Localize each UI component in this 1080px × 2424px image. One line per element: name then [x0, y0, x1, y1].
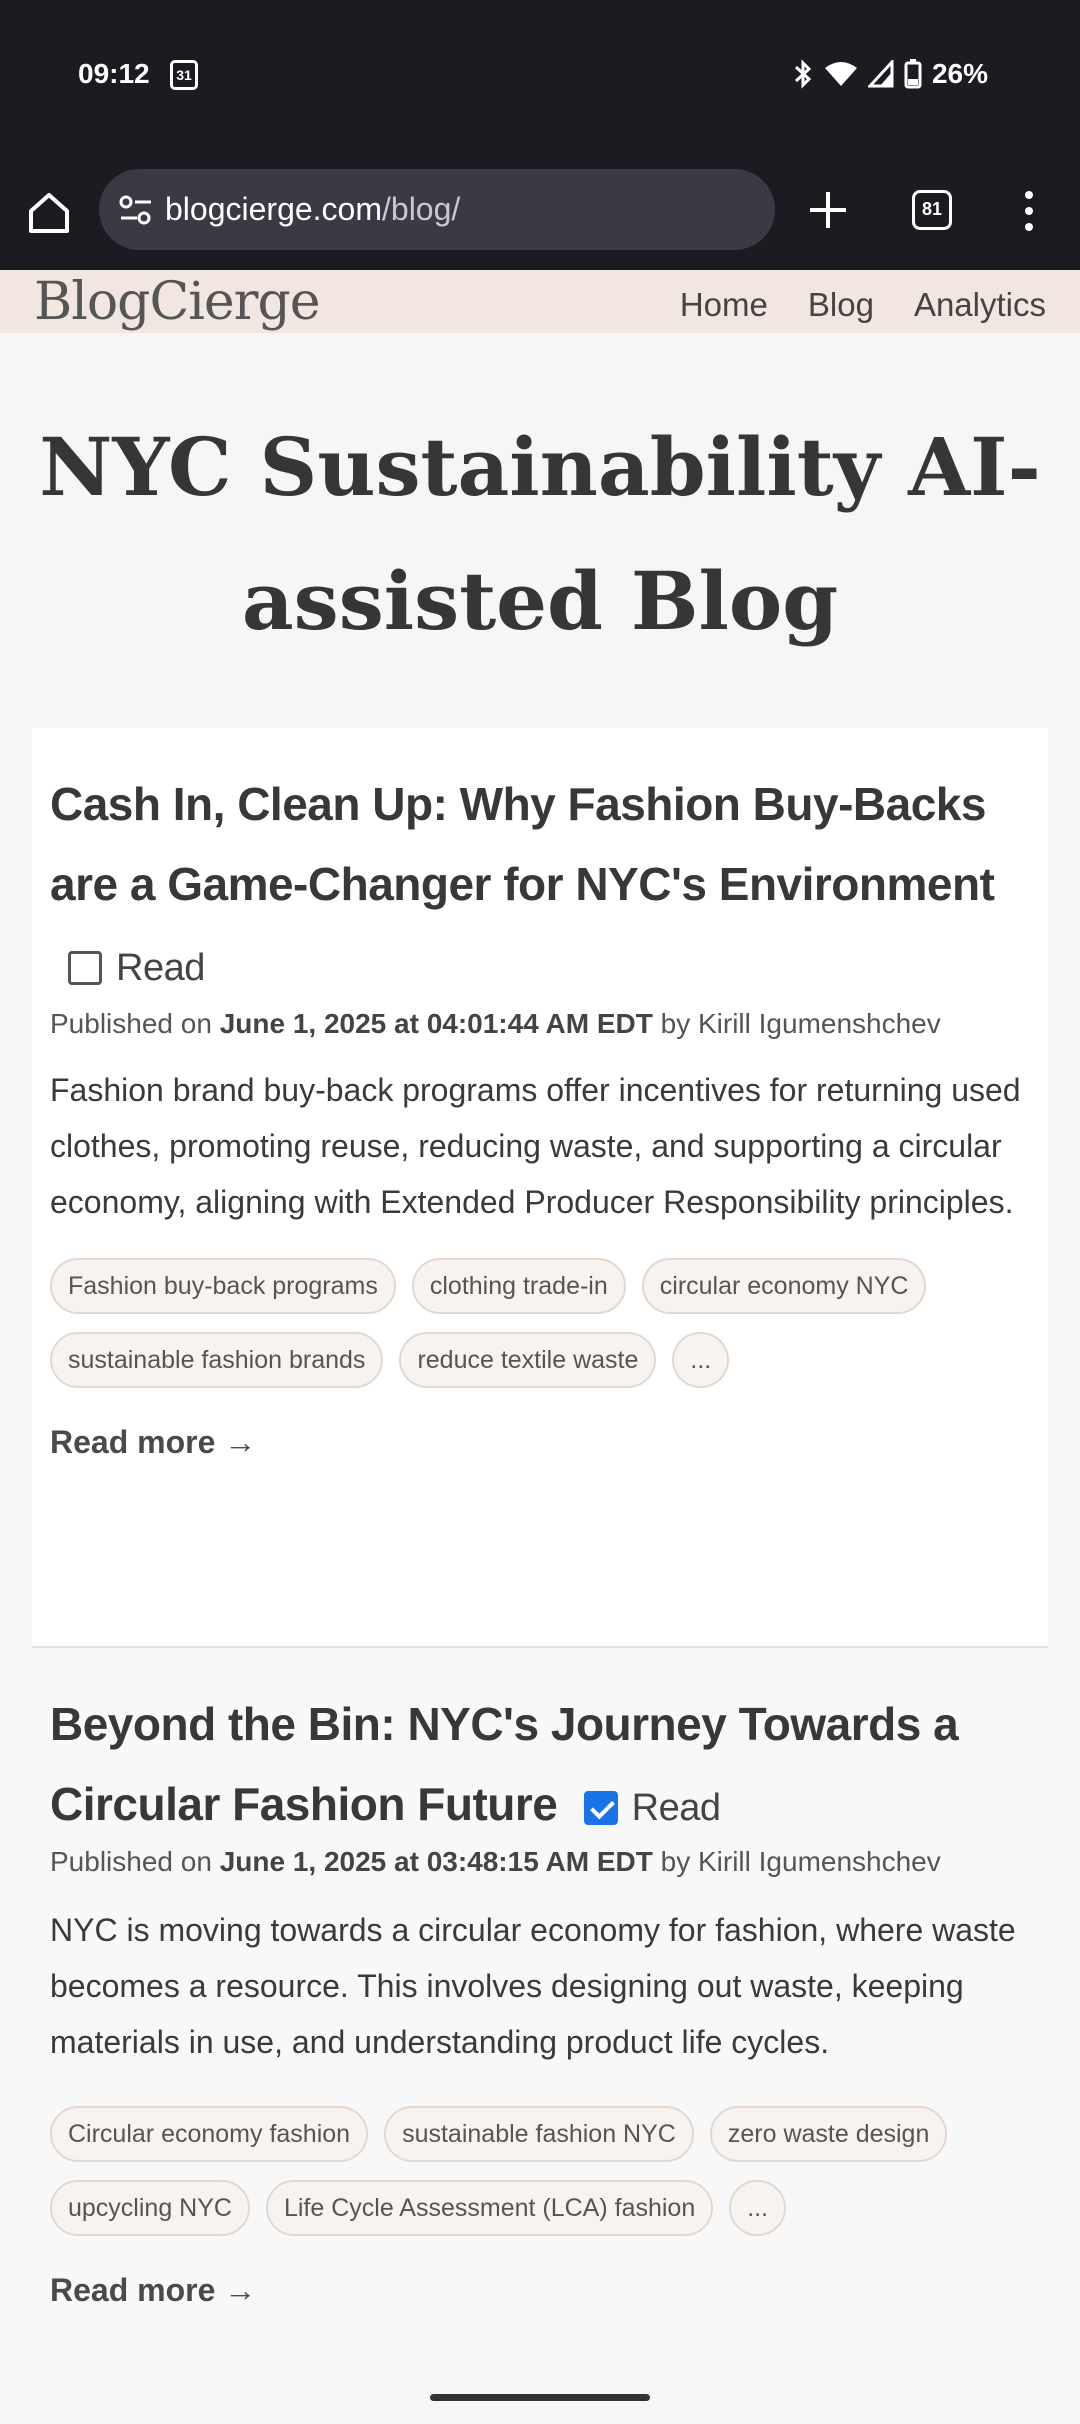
status-indicators: 26% [792, 58, 988, 90]
calendar-icon: 31 [170, 60, 198, 90]
site-logo[interactable]: BlogCierge [34, 272, 321, 332]
read-checkbox[interactable] [583, 1790, 618, 1825]
site-settings-icon[interactable] [117, 191, 155, 229]
more-menu-icon[interactable] [1018, 188, 1040, 234]
read-checkbox[interactable] [68, 950, 102, 985]
status-time: 09:12 [78, 58, 150, 89]
battery-icon [904, 59, 922, 89]
more-tags-chip[interactable]: ... [729, 2179, 787, 2236]
url-text[interactable]: blogcierge.com/blog/ [165, 191, 460, 228]
post-title[interactable]: Beyond the Bin: NYC's Journey Towards a … [50, 1684, 1030, 1848]
publish-date: June 1, 2025 at 03:48:15 AM EDT [219, 1845, 653, 1877]
read-toggle[interactable]: Read [68, 928, 205, 1008]
post-title-text[interactable]: Cash In, Clean Up: Why Fashion Buy-Backs… [50, 778, 995, 910]
author-name: Kirill Igumenshchev [697, 1007, 941, 1039]
home-icon[interactable] [26, 190, 72, 236]
post-card: Cash In, Clean Up: Why Fashion Buy-Backs… [32, 728, 1048, 1648]
published-prefix: Published on [50, 1845, 212, 1877]
post-meta: Published on June 1, 2025 at 04:01:44 AM… [50, 1008, 1030, 1040]
signal-icon [867, 60, 894, 88]
wifi-icon [824, 62, 857, 86]
new-tab-icon[interactable] [806, 188, 850, 232]
tag-list: Circular economy fashion sustainable fas… [50, 2105, 1030, 2236]
url-path: /blog/ [382, 191, 461, 227]
bluetooth-icon [794, 59, 812, 89]
published-prefix: Published on [50, 1007, 212, 1039]
author-prefix: by [660, 1845, 691, 1877]
site-nav: Home Blog Analytics [680, 286, 1046, 324]
post-excerpt: Fashion brand buy-back programs offer in… [50, 1071, 1021, 1220]
read-label: Read [116, 946, 205, 989]
publish-date: June 1, 2025 at 04:01:44 AM EDT [219, 1007, 653, 1039]
post-title-text[interactable]: Beyond the Bin: NYC's Journey Towards a … [50, 1698, 959, 1830]
tag-chip[interactable]: sustainable fashion NYC [384, 2105, 694, 2162]
author-prefix: by [660, 1007, 691, 1039]
tag-chip[interactable]: clothing trade-in [411, 1257, 626, 1314]
tag-chip[interactable]: sustainable fashion brands [50, 1331, 384, 1388]
tag-chip[interactable]: upcycling NYC [50, 2179, 250, 2236]
nav-analytics-link[interactable]: Analytics [914, 286, 1046, 324]
read-toggle[interactable]: Read [583, 1768, 721, 1848]
tag-list: Fashion buy-back programs clothing trade… [50, 1257, 1030, 1388]
tag-chip[interactable]: Fashion buy-back programs [50, 1257, 396, 1314]
author-name: Kirill Igumenshchev [697, 1845, 941, 1877]
tag-chip[interactable]: zero waste design [709, 2105, 948, 2162]
tag-chip[interactable]: circular economy NYC [641, 1257, 927, 1314]
tag-chip[interactable]: Life Cycle Assessment (LCA) fashion [265, 2179, 714, 2236]
browser-toolbar: blogcierge.com/blog/ 81 [0, 152, 1080, 270]
gesture-handle[interactable] [430, 2394, 650, 2401]
post-meta: Published on June 1, 2025 at 03:48:15 AM… [50, 1846, 1030, 1878]
nav-home-link[interactable]: Home [680, 286, 768, 324]
tab-switcher-button[interactable]: 81 [912, 190, 952, 230]
read-more-link[interactable]: Read more → [50, 2272, 1030, 2309]
battery-percent: 26% [931, 58, 988, 89]
more-tags-chip[interactable]: ... [672, 1331, 730, 1388]
nav-blog-link[interactable]: Blog [808, 286, 874, 324]
read-label: Read [631, 1786, 721, 1829]
site-header: BlogCierge Home Blog Analytics [0, 270, 1080, 333]
address-bar[interactable]: blogcierge.com/blog/ [99, 169, 775, 250]
tag-chip[interactable]: Circular economy fashion [50, 2105, 369, 2162]
tag-chip[interactable]: reduce textile waste [399, 1331, 657, 1388]
post-excerpt: NYC is moving towards a circular economy… [50, 1911, 1016, 2060]
status-bar: 09:12 31 26% [0, 0, 1080, 152]
page-title: NYC Sustainability AI-assisted Blog [39, 420, 1041, 648]
post-title[interactable]: Cash In, Clean Up: Why Fashion Buy-Backs… [50, 764, 1030, 1008]
read-more-link[interactable]: Read more → [50, 1424, 1030, 1461]
post-card: Beyond the Bin: NYC's Journey Towards a … [32, 1650, 1048, 2374]
url-domain: blogcierge.com [165, 191, 382, 227]
